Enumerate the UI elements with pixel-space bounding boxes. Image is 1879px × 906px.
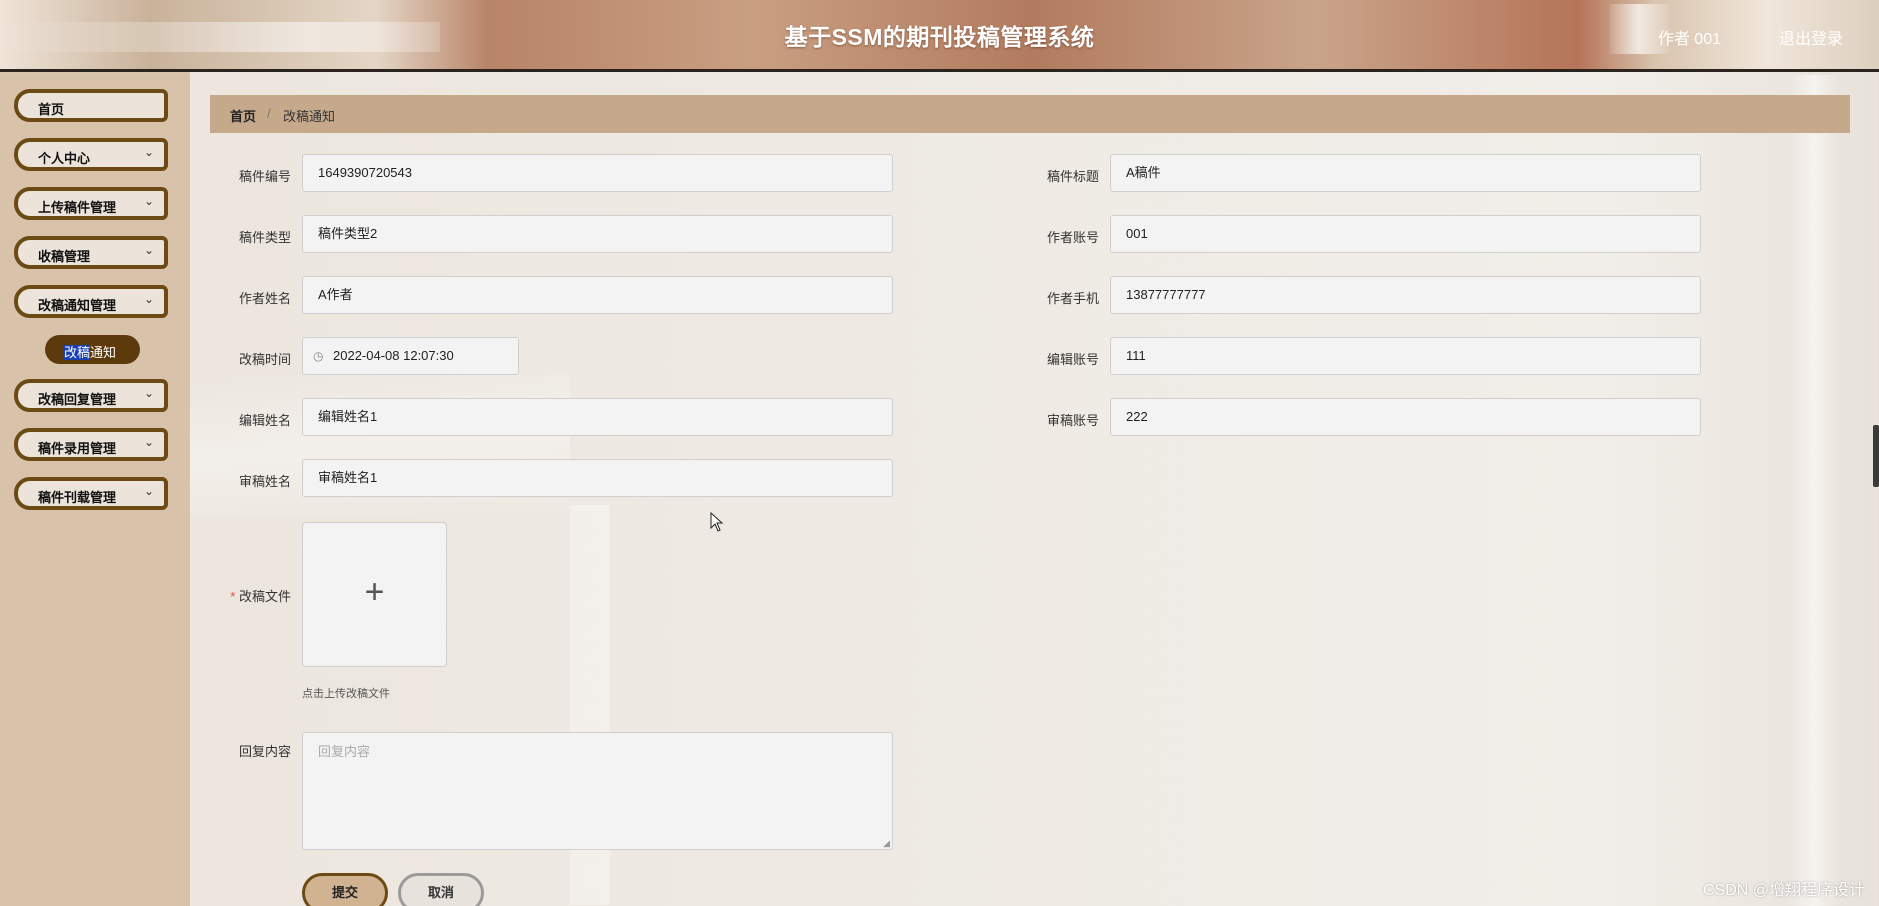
editor-name-label: 编辑姓名 (238, 413, 291, 428)
sidebar-item-label: 上传稿件管理 (38, 200, 117, 215)
breadcrumb-home[interactable]: 首页 (230, 106, 256, 125)
cancel-button[interactable]: 取消 (398, 873, 484, 906)
sidebar-item-home[interactable]: 首页 (14, 89, 168, 122)
revision-file-label: * 改稿文件 (211, 586, 291, 605)
top-header: 基于SSM的期刊投稿管理系统 作者 001 退出登录 (0, 0, 1879, 72)
author-name-field[interactable]: A作者 (302, 276, 893, 314)
revision-time-picker[interactable]: ◷ 2022-04-08 12:07:30 (302, 337, 519, 375)
manuscript-type-label: 稿件类型 (238, 230, 291, 245)
reply-content-placeholder: 回复内容 (318, 744, 371, 759)
chevron-down-icon: ⌄ (143, 386, 154, 400)
sidebar-item-label: 稿件刊载管理 (38, 490, 117, 505)
sidebar-item-label: 收稿管理 (38, 249, 91, 264)
sidebar-item-label: 改稿回复管理 (38, 392, 117, 407)
background-decoration (1789, 75, 1839, 906)
plus-icon: + (364, 573, 385, 611)
app-title: 基于SSM的期刊投稿管理系统 (784, 24, 1095, 50)
author-name-label: 作者姓名 (238, 291, 291, 306)
manuscript-no-field[interactable]: 1649390720543 (302, 154, 893, 192)
required-mark: * (230, 589, 236, 604)
revision-file-label-text: 改稿文件 (238, 589, 291, 604)
reply-content-label: 回复内容 (238, 744, 291, 759)
sidebar-item-revision-replies[interactable]: 改稿回复管理 ⌄ (14, 379, 168, 412)
main-content: 首页 / 改稿通知 稿件编号 1649390720543 稿件标题 A稿件 稿件… (190, 75, 1879, 906)
reply-content-textarea[interactable]: 回复内容 ◢ (302, 732, 893, 850)
chevron-down-icon: ⌄ (143, 292, 154, 306)
manuscript-no-label: 稿件编号 (238, 169, 291, 184)
submit-button[interactable]: 提交 (302, 873, 388, 906)
chevron-down-icon: ⌄ (143, 145, 154, 159)
chevron-down-icon: ⌄ (143, 484, 154, 498)
selected-text: 改稿 (64, 345, 91, 360)
upload-hint: 点击上传改稿文件 (302, 688, 390, 700)
sidebar-item-label: 个人中心 (38, 151, 91, 166)
sidebar-item-acceptance[interactable]: 稿件录用管理 ⌄ (14, 428, 168, 461)
manuscript-type-field[interactable]: 稿件类型2 (302, 215, 893, 253)
sidebar: 首页 个人中心 ⌄ 上传稿件管理 ⌄ 收稿管理 ⌄ 改稿通知管理 ⌄ 改稿通知 … (0, 75, 190, 906)
reviewer-account-field[interactable]: 222 (1110, 398, 1701, 436)
submenu-item-revision-notice[interactable]: 改稿通知 (45, 335, 140, 364)
breadcrumb: 首页 / 改稿通知 (210, 95, 1850, 133)
chevron-down-icon: ⌄ (143, 435, 154, 449)
sidebar-item-label: 首页 (38, 102, 65, 117)
breadcrumb-current: 改稿通知 (283, 109, 336, 124)
author-account-field[interactable]: 001 (1110, 215, 1701, 253)
sidebar-item-publication[interactable]: 稿件刊载管理 ⌄ (14, 477, 168, 510)
resize-handle-icon[interactable]: ◢ (883, 838, 890, 849)
author-phone-label: 作者手机 (1046, 291, 1099, 306)
chevron-down-icon: ⌄ (143, 194, 154, 208)
mouse-cursor-icon (710, 512, 724, 532)
editor-name-field[interactable]: 编辑姓名1 (302, 398, 893, 436)
reviewer-account-label: 审稿账号 (1046, 413, 1099, 428)
chevron-down-icon: ⌄ (143, 243, 154, 257)
sidebar-item-revision-notices[interactable]: 改稿通知管理 ⌄ (14, 285, 168, 318)
manuscript-title-field[interactable]: A稿件 (1110, 154, 1701, 192)
scrollbar[interactable] (1873, 425, 1879, 487)
manuscript-title-label: 稿件标题 (1046, 169, 1099, 184)
sidebar-item-upload-manuscripts[interactable]: 上传稿件管理 ⌄ (14, 187, 168, 220)
sidebar-item-personal-center[interactable]: 个人中心 ⌄ (14, 138, 168, 171)
clock-icon: ◷ (313, 349, 324, 363)
reviewer-name-label: 审稿姓名 (238, 474, 291, 489)
reviewer-name-field[interactable]: 审稿姓名1 (302, 459, 893, 497)
current-user: 作者 001 (1657, 31, 1721, 48)
editor-account-label: 编辑账号 (1046, 352, 1099, 367)
sidebar-item-received-manuscripts[interactable]: 收稿管理 ⌄ (14, 236, 168, 269)
author-account-label: 作者账号 (1046, 230, 1099, 245)
breadcrumb-separator: / (267, 106, 271, 121)
revision-time-value: 2022-04-08 12:07:30 (333, 348, 454, 363)
submenu-label-rest: 通知 (90, 345, 117, 360)
revision-time-label: 改稿时间 (238, 352, 291, 367)
watermark: CSDN @增翔程序设计 (1702, 882, 1865, 899)
sidebar-item-label: 稿件录用管理 (38, 441, 117, 456)
editor-account-field[interactable]: 111 (1110, 337, 1701, 375)
submenu-item-label: 改稿通知 (64, 342, 116, 361)
sidebar-item-label: 改稿通知管理 (38, 298, 117, 313)
revision-file-upload[interactable]: + (302, 522, 447, 667)
logout-link[interactable]: 退出登录 (1779, 25, 1843, 49)
author-phone-field[interactable]: 13877777777 (1110, 276, 1701, 314)
